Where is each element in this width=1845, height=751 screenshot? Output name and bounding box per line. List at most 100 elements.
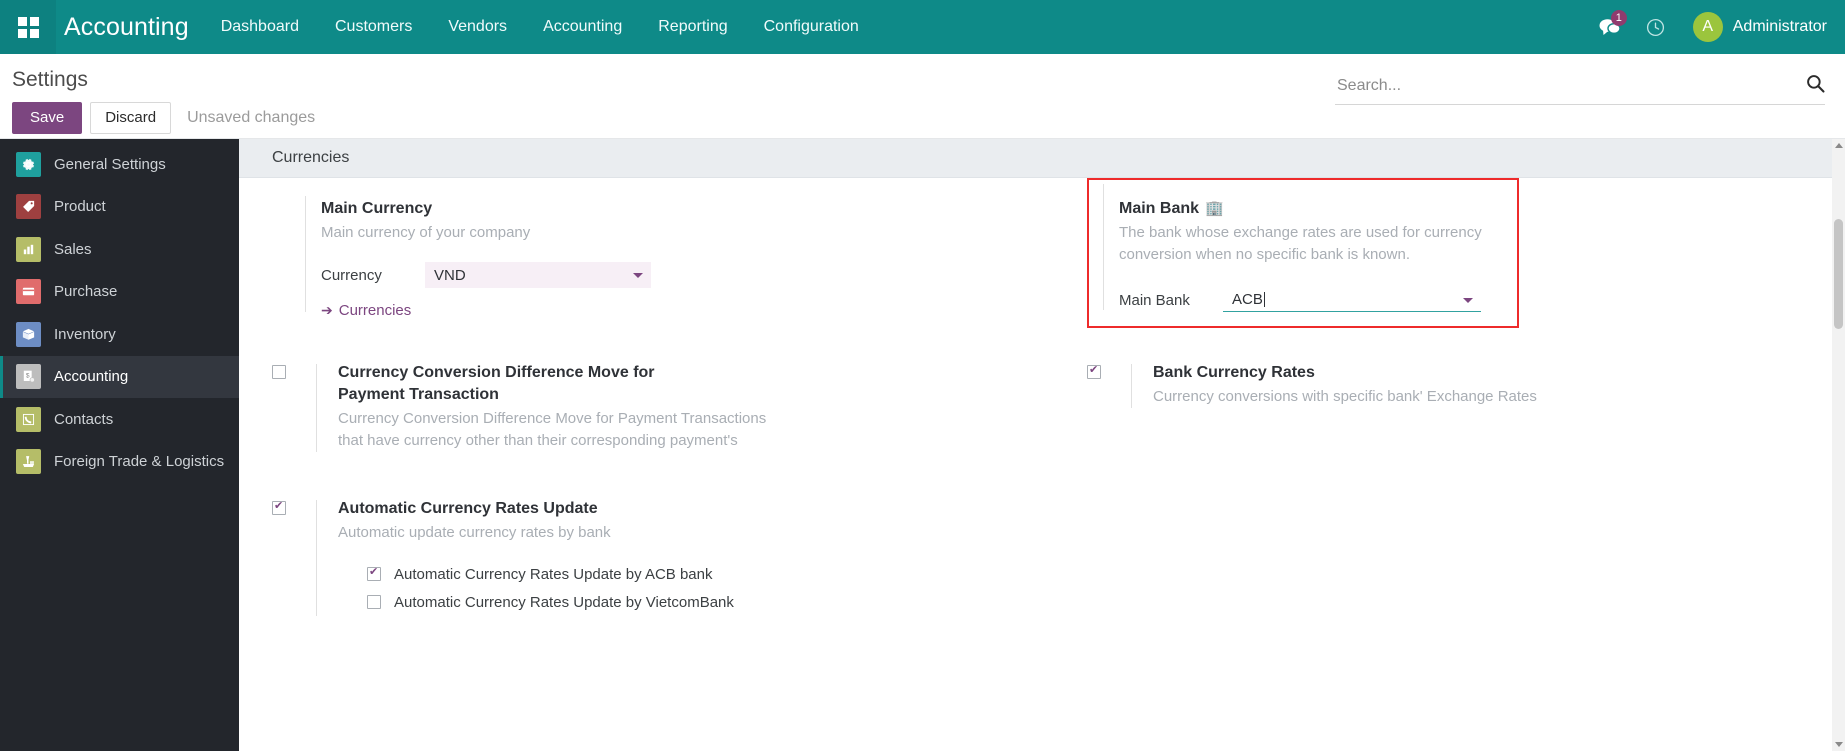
checkbox-cell	[272, 498, 316, 616]
currencies-top-row: Main Currency Main currency of your comp…	[239, 178, 1845, 328]
sidebar-item-label: Foreign Trade & Logistics	[54, 453, 225, 471]
sidebar-item-label: Contacts	[54, 410, 114, 428]
sidebar-item-purchase[interactable]: Purchase	[0, 271, 239, 314]
nav-item-vendors[interactable]: Vendors	[430, 0, 525, 54]
main-bank-input[interactable]: ACB	[1223, 288, 1481, 312]
nav-item-customers[interactable]: Customers	[317, 0, 430, 54]
currencies-link[interactable]: ➔ Currencies	[321, 302, 411, 319]
sub-settings-list: Automatic Currency Rates Update by ACB b…	[338, 560, 734, 616]
search-input[interactable]	[1335, 76, 1806, 96]
currencies-link-label: Currencies	[338, 302, 412, 319]
setting-body: Automatic Currency Rates Update Automati…	[316, 498, 734, 616]
setting-description: Currency Conversion Difference Move for …	[338, 410, 767, 449]
currency-field-row: Currency VND	[321, 262, 1042, 288]
apps-grid-icon	[17, 16, 39, 38]
currency-select[interactable]: VND	[425, 262, 651, 288]
bank-currency-rates-column: Bank Currency Rates Currency conversions…	[1042, 348, 1845, 452]
main-bank-description: The bank whose exchange rates are used f…	[1119, 224, 1482, 263]
main-bank-input-value: ACB	[1232, 291, 1263, 308]
nav-item-accounting[interactable]: Accounting	[525, 0, 640, 54]
setting-title: Currency Conversion Difference Move for …	[338, 364, 655, 403]
main-currency-description: Main currency of your company	[321, 224, 531, 241]
main-bank-field-label: Main Bank	[1119, 291, 1190, 309]
main-currency-title: Main Currency	[321, 200, 433, 217]
acb-bank-checkbox[interactable]	[367, 565, 381, 581]
svg-text:$: $	[26, 373, 30, 380]
invoice-icon: $	[16, 364, 41, 390]
currency-select-value: VND	[434, 266, 466, 284]
main-bank-field-row: Main Bank ACB	[1119, 288, 1517, 312]
settings-checkbox-row: Currency Conversion Difference Move for …	[239, 348, 1845, 452]
main-currency-column: Main Currency Main currency of your comp…	[239, 178, 1042, 320]
divider	[316, 364, 317, 452]
page-body: General Settings Product Sales Purchase	[0, 139, 1845, 751]
scroll-down-icon[interactable]	[1835, 742, 1843, 747]
setting-title: Automatic Currency Rates Update	[338, 500, 598, 517]
sidebar-item-product[interactable]: Product	[0, 186, 239, 229]
sidebar-item-contacts[interactable]: Contacts	[0, 398, 239, 441]
save-button[interactable]: Save	[12, 102, 83, 134]
navbar-right-tools: 1 A Administrator	[1587, 0, 1845, 54]
app-brand-title[interactable]: Accounting	[56, 13, 203, 42]
activity-button[interactable]	[1633, 0, 1679, 54]
sub-setting-label: Automatic Currency Rates Update by Vietc…	[394, 593, 734, 611]
sidebar-item-inventory[interactable]: Inventory	[0, 313, 239, 356]
sidebar-item-accounting[interactable]: $ Accounting	[0, 355, 239, 398]
vietcombank-checkbox[interactable]	[367, 595, 381, 609]
currency-conversion-checkbox[interactable]	[272, 365, 286, 379]
scroll-up-icon[interactable]	[1835, 143, 1843, 148]
checkbox-cell	[272, 362, 316, 452]
main-bank-setting: Main Bank 🏢 The bank whose exchange rate…	[1089, 180, 1517, 312]
nav-item-configuration[interactable]: Configuration	[746, 0, 877, 54]
currency-conversion-column: Currency Conversion Difference Move for …	[239, 348, 1042, 452]
top-navbar: Accounting Dashboard Customers Vendors A…	[0, 0, 1845, 54]
arrow-right-icon: ➔	[321, 302, 333, 318]
tag-icon	[16, 194, 41, 220]
sidebar-item-label: Purchase	[54, 283, 118, 301]
ship-icon	[16, 449, 41, 475]
main-bank-title: Main Bank 🏢	[1119, 198, 1517, 220]
nav-item-dashboard[interactable]: Dashboard	[203, 0, 317, 54]
sidebar-item-sales[interactable]: Sales	[0, 228, 239, 271]
search-bar[interactable]	[1335, 74, 1825, 105]
main-bank-highlight-box: Main Bank 🏢 The bank whose exchange rate…	[1087, 178, 1519, 328]
chevron-down-icon[interactable]	[633, 273, 643, 278]
sidebar-item-label: General Settings	[54, 155, 166, 173]
apps-menu-button[interactable]	[0, 0, 56, 54]
discard-button[interactable]: Discard	[90, 102, 172, 134]
sidebar-item-general-settings[interactable]: General Settings	[0, 143, 239, 186]
messages-button[interactable]: 1	[1587, 0, 1633, 54]
user-name-label: Administrator	[1732, 18, 1827, 35]
setting-currency-conversion-difference: Currency Conversion Difference Move for …	[239, 348, 1042, 452]
text-cursor	[1263, 292, 1265, 307]
box-icon	[16, 321, 41, 347]
main-bank-title-label: Main Bank	[1119, 200, 1200, 217]
setting-title: Bank Currency Rates	[1153, 364, 1315, 381]
main-menu: Dashboard Customers Vendors Accounting R…	[203, 0, 877, 54]
sidebar-item-label: Sales	[54, 240, 92, 258]
search-icon[interactable]	[1806, 74, 1825, 98]
bank-currency-rates-checkbox[interactable]	[1087, 363, 1101, 379]
user-menu[interactable]: A Administrator	[1679, 12, 1827, 42]
nav-item-reporting[interactable]: Reporting	[640, 0, 745, 54]
sub-setting-label: Automatic Currency Rates Update by ACB b…	[394, 565, 713, 583]
currency-field-label: Currency	[321, 266, 382, 284]
control-panel: Settings Save Discard Unsaved changes	[0, 54, 1845, 139]
chevron-down-icon[interactable]	[1463, 297, 1473, 303]
clock-icon	[1647, 18, 1665, 36]
setting-description: Currency conversions with specific bank'…	[1153, 388, 1537, 405]
content-scrollbar[interactable]	[1832, 139, 1845, 751]
building-icon: 🏢	[1205, 200, 1224, 217]
settings-content: Currencies Main Currency Main currency o…	[239, 139, 1845, 751]
sub-setting-acb-bank: Automatic Currency Rates Update by ACB b…	[367, 560, 734, 588]
scrollbar-thumb[interactable]	[1834, 219, 1843, 329]
sidebar-item-label: Inventory	[54, 325, 116, 343]
credit-card-icon	[16, 279, 41, 305]
setting-bank-currency-rates: Bank Currency Rates Currency conversions…	[1042, 348, 1845, 408]
gear-icon	[16, 151, 41, 177]
sidebar-item-foreign-trade-logistics[interactable]: Foreign Trade & Logistics	[0, 441, 239, 484]
setting-body: Currency Conversion Difference Move for …	[316, 362, 768, 452]
messages-badge: 1	[1610, 10, 1627, 26]
automatic-currency-rates-update-checkbox[interactable]	[272, 499, 286, 515]
sidebar-item-label: Accounting	[54, 368, 129, 386]
